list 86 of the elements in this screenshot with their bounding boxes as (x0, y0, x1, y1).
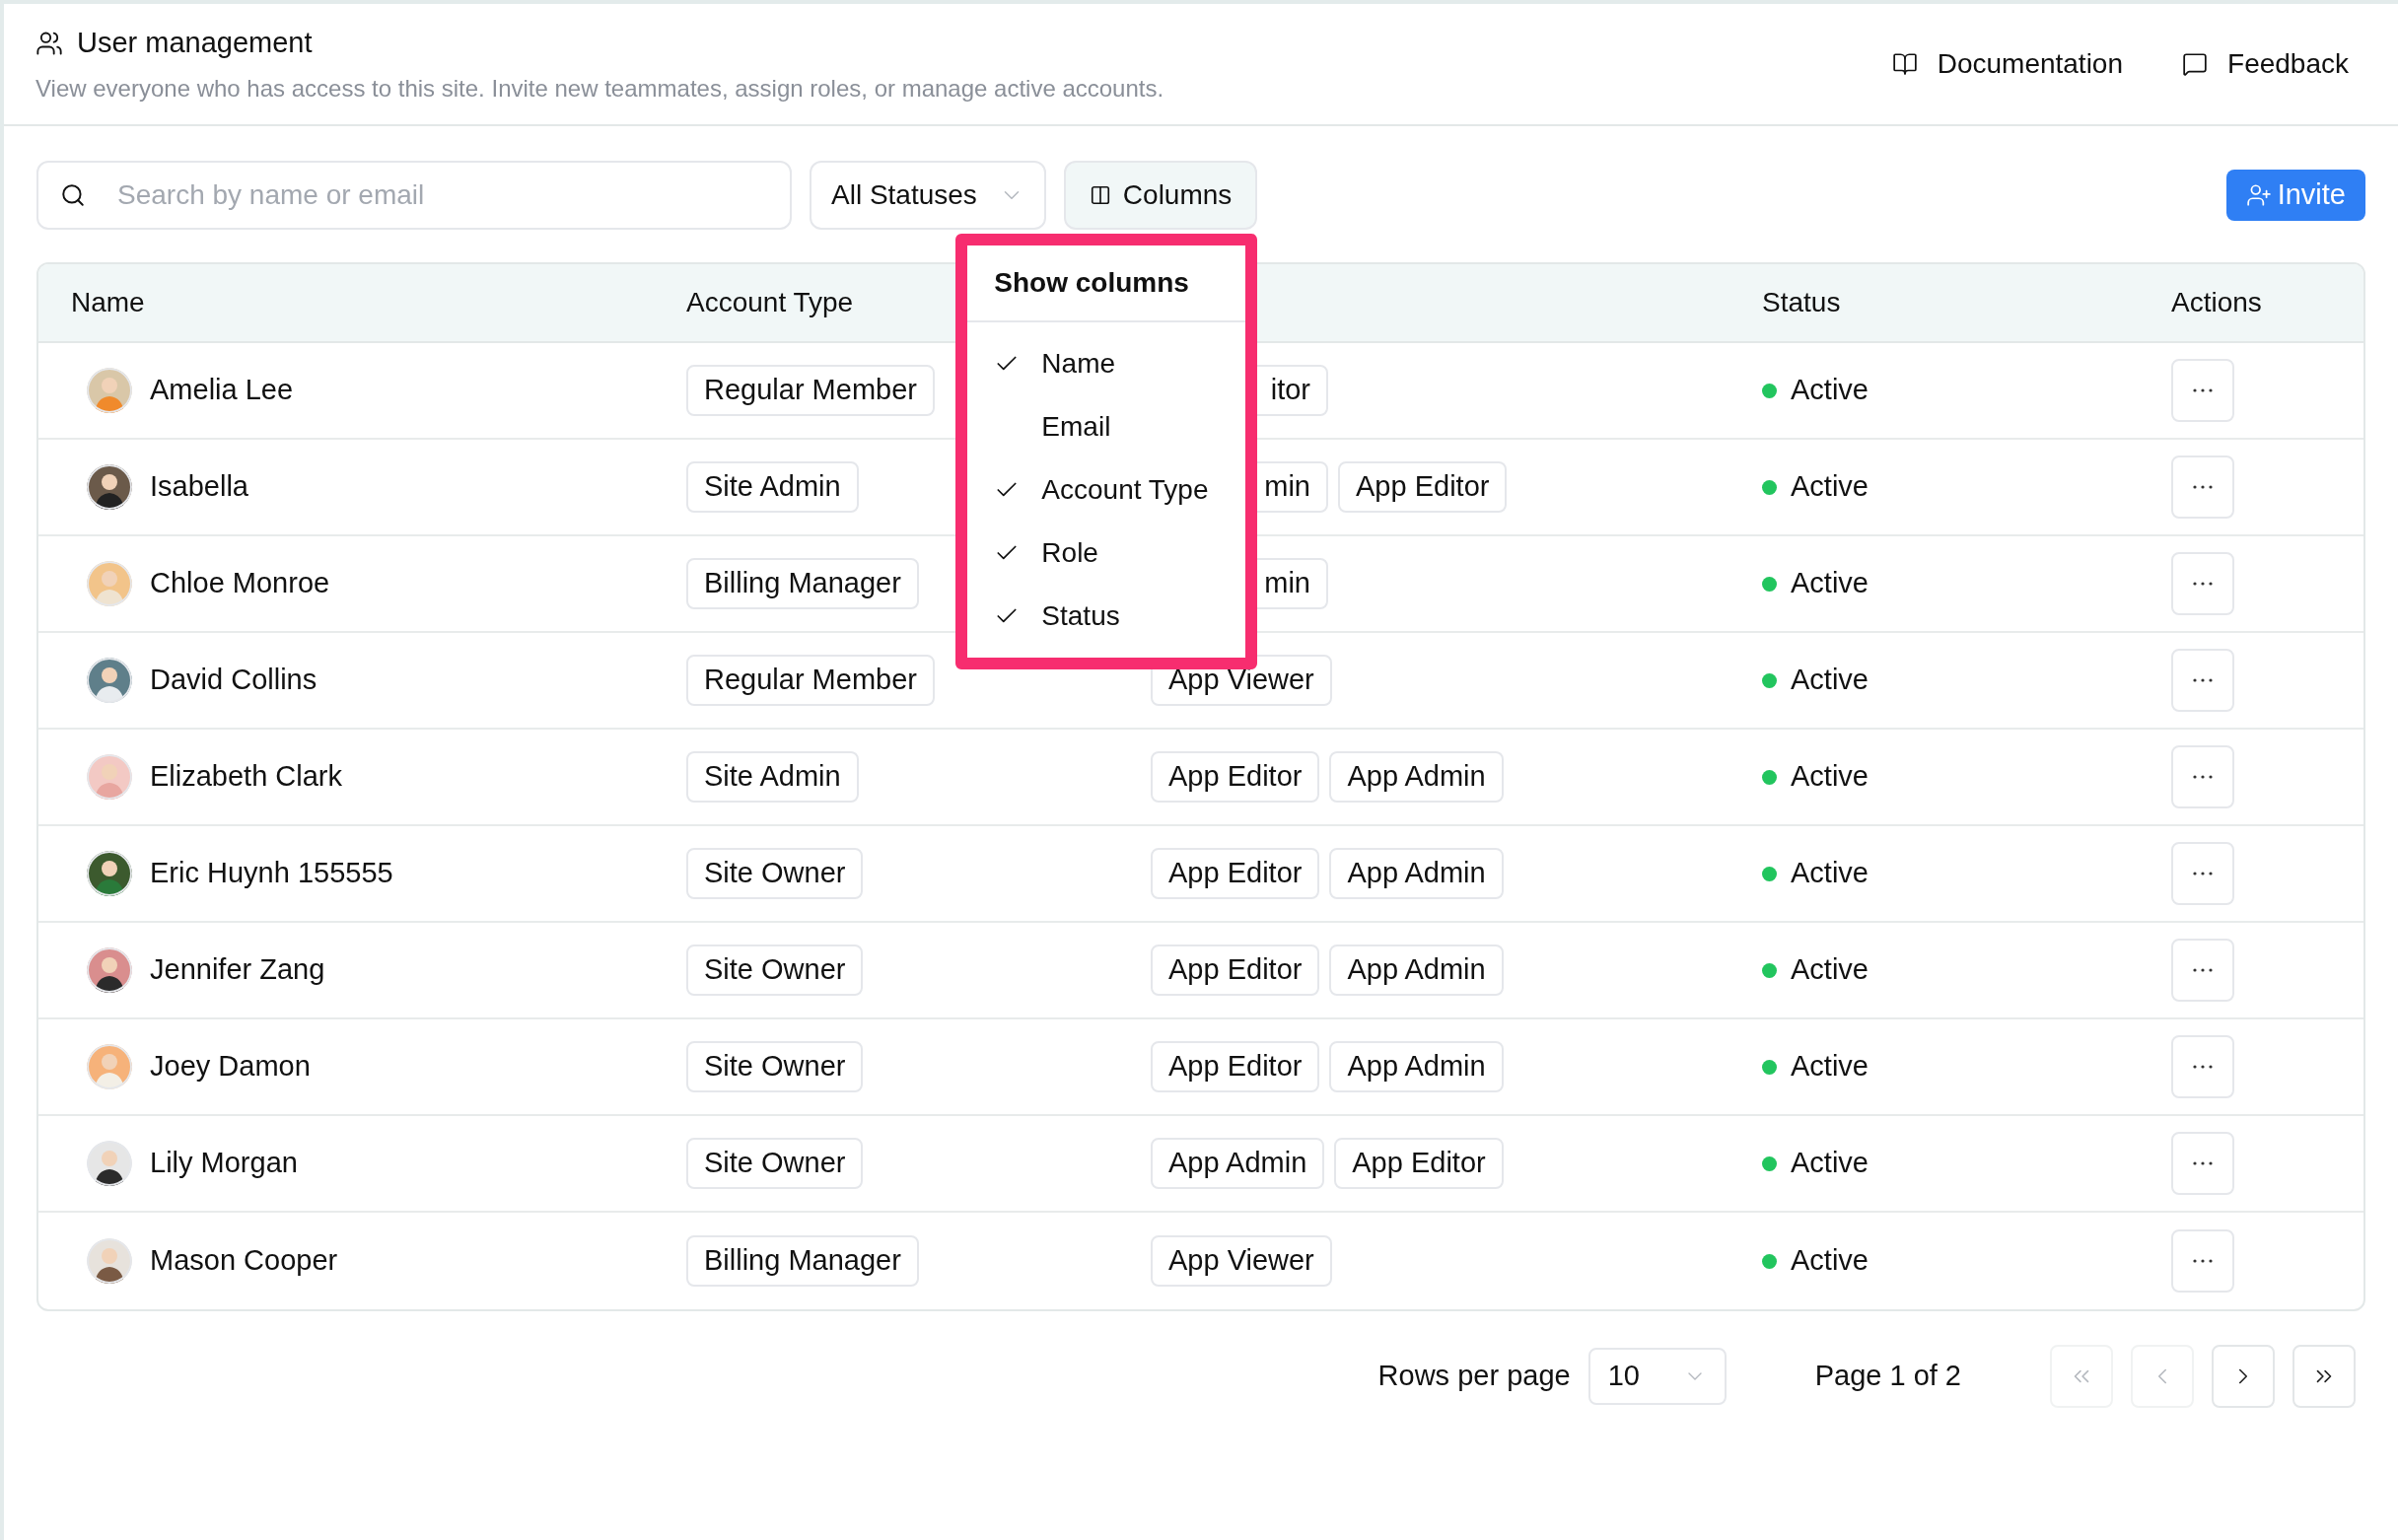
message-icon (2182, 51, 2209, 77)
more-button[interactable] (2171, 745, 2234, 808)
role-tag: App Admin (1329, 945, 1504, 996)
status-text: Active (1791, 759, 1869, 795)
users-icon (35, 30, 63, 57)
role-tag: Billing Manager (686, 558, 919, 609)
column-header: Name (71, 287, 145, 317)
book-icon (1891, 51, 1918, 77)
status-text: Active (1791, 856, 1869, 891)
role-tag: Site Owner (686, 1138, 864, 1189)
feedback-link[interactable]: Feedback (2182, 43, 2349, 85)
status-text: Active (1791, 566, 1869, 601)
role-tag: Site Owner (686, 1041, 864, 1092)
user-plus-icon (2245, 182, 2272, 208)
ellipsis-icon (2193, 872, 2213, 875)
ellipsis-icon (2193, 678, 2213, 682)
role-tag: App Admin (1151, 1138, 1325, 1189)
role-tag: Site Admin (686, 461, 859, 513)
role-tag: App Admin (1329, 1041, 1504, 1092)
role-tag: Regular Member (686, 365, 935, 416)
more-button[interactable] (2171, 649, 2234, 712)
ellipsis-icon (2193, 485, 2213, 489)
user-name: David Collins (150, 663, 317, 698)
more-button[interactable] (2171, 552, 2234, 615)
ellipsis-icon (2193, 968, 2213, 972)
column-header: Status (1762, 287, 1841, 317)
ellipsis-icon (2193, 1259, 2213, 1263)
search-field[interactable]: Search by name or email (36, 161, 792, 230)
status-text: Active (1791, 1146, 1869, 1181)
status-text: Active (1791, 469, 1869, 505)
more-button[interactable] (2171, 1035, 2234, 1098)
columns-icon (1089, 184, 1111, 206)
status-text: Active (1791, 952, 1869, 988)
page-indicator: Page 1 of 2 (1814, 1359, 1961, 1394)
documentation-link[interactable]: Documentation (1891, 43, 2124, 85)
search-icon (60, 182, 86, 208)
ellipsis-icon (2193, 1065, 2213, 1069)
role-tag: App Editor (1338, 461, 1508, 513)
user-name: Elizabeth Clark (150, 759, 343, 795)
more-button[interactable] (2171, 455, 2234, 519)
user-name: Lily Morgan (150, 1146, 298, 1181)
column-header: Actions (2171, 287, 2262, 317)
columns-button[interactable]: Columns (1063, 161, 1258, 230)
role-tag: App Editor (1151, 751, 1320, 803)
next-page-button[interactable] (2212, 1345, 2275, 1408)
role-tag: Site Admin (686, 751, 859, 803)
more-button[interactable] (2171, 1229, 2234, 1293)
role-tag: Billing Manager (686, 1235, 919, 1287)
page-title: User management (77, 26, 313, 61)
invite-button[interactable]: Invite (2225, 170, 2365, 221)
rows-per-page-select[interactable]: 10 (1587, 1348, 1727, 1405)
user-name: Jennifer Zang (150, 952, 325, 988)
user-name: Mason Cooper (150, 1243, 338, 1279)
role-tag: App Editor (1151, 848, 1320, 899)
user-name: Eric Huynh 155555 (150, 856, 393, 891)
role-tag: Site Owner (686, 945, 864, 996)
more-button[interactable] (2171, 1132, 2234, 1195)
column-header: Account Type (686, 287, 854, 317)
status-text: Active (1791, 663, 1869, 698)
more-button[interactable] (2171, 842, 2234, 905)
status-dropdown[interactable]: All Statuses (810, 161, 1046, 230)
status-text: Active (1791, 1243, 1869, 1279)
user-name: Chloe Monroe (150, 566, 330, 601)
user-name: Isabella (150, 469, 248, 505)
rows-per-page-label: Rows per page (1377, 1359, 1571, 1394)
menu-title: Show columns (967, 245, 1246, 322)
more-button[interactable] (2171, 939, 2234, 1002)
more-button[interactable] (2171, 359, 2234, 422)
role-tag: Regular Member (686, 655, 935, 706)
ellipsis-icon (2193, 775, 2213, 779)
ellipsis-icon (2193, 388, 2213, 392)
status-text: Active (1791, 373, 1869, 408)
role-tag: Site Owner (686, 848, 864, 899)
page-description: View everyone who has access to this site. Invite new teammates, assign roles, or manage active accounts. (35, 73, 1164, 104)
last-page-button[interactable] (2292, 1345, 2356, 1408)
status-text: Active (1791, 1049, 1869, 1085)
role-tag: App Editor (1151, 1041, 1320, 1092)
role-tag: App Admin (1329, 751, 1504, 803)
role-tag: App Viewer (1151, 1235, 1332, 1287)
role-tag: App Editor (1151, 945, 1320, 996)
role-tag: App Editor (1334, 1138, 1504, 1189)
role-tag: App Admin (1329, 848, 1504, 899)
user-name: Joey Damon (150, 1049, 311, 1085)
ellipsis-icon (2193, 1161, 2213, 1165)
ellipsis-icon (2193, 582, 2213, 586)
user-name: Amelia Lee (150, 373, 294, 408)
